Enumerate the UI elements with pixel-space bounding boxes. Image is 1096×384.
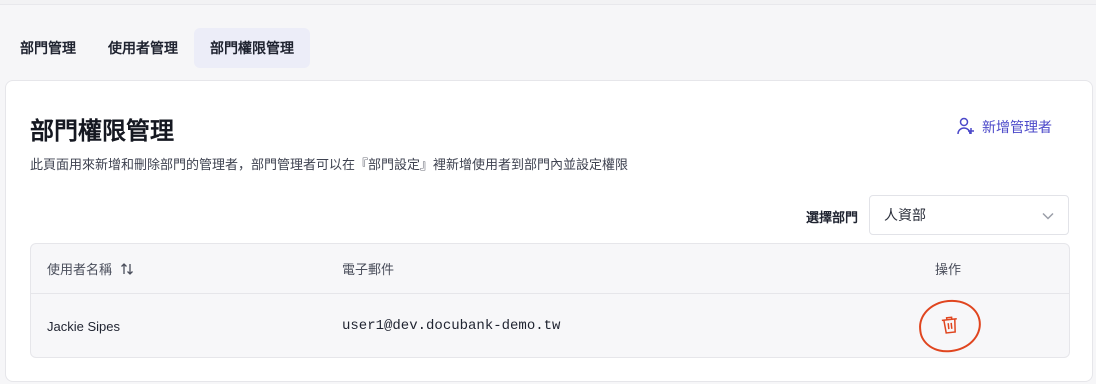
tab-department-management[interactable]: 部門管理: [4, 28, 92, 68]
column-header-email: 電子郵件: [342, 262, 395, 277]
top-strip: [0, 0, 1096, 5]
add-user-icon: [956, 116, 976, 139]
department-select-value: 人資部: [884, 207, 926, 223]
add-manager-label: 新增管理者: [982, 119, 1052, 135]
page-description: 此頁面用來新增和刪除部門的管理者，部門管理者可以在『部門設定』裡新增使用者到部門…: [30, 157, 629, 172]
add-manager-button[interactable]: 新增管理者: [956, 115, 1052, 139]
row-username: Jackie Sipes: [47, 318, 120, 334]
permissions-card: 部門權限管理 此頁面用來新增和刪除部門的管理者，部門管理者可以在『部門設定』裡新…: [5, 80, 1093, 382]
tab-department-permissions[interactable]: 部門權限管理: [194, 28, 310, 68]
managers-table: 使用者名稱 電子郵件 操作 Jackie Sipes user1@dev.doc…: [30, 243, 1070, 358]
page-title: 部門權限管理: [30, 118, 174, 145]
table-row: Jackie Sipes user1@dev.docubank-demo.tw: [31, 294, 1069, 357]
department-select[interactable]: 人資部: [869, 195, 1069, 235]
column-header-actions: 操作: [935, 262, 962, 277]
delete-manager-button[interactable]: [916, 294, 984, 357]
highlight-circle: [916, 296, 984, 356]
column-header-username: 使用者名稱: [47, 244, 134, 293]
department-select-label: 選擇部門: [806, 210, 859, 225]
tab-user-management[interactable]: 使用者管理: [92, 28, 194, 68]
table-header: 使用者名稱 電子郵件 操作: [31, 244, 1069, 294]
row-email: user1@dev.docubank-demo.tw: [342, 318, 561, 334]
chevron-down-icon: [1042, 207, 1054, 223]
sort-icon[interactable]: [120, 262, 134, 276]
tab-bar: 部門管理 使用者管理 部門權限管理: [4, 28, 310, 68]
trash-icon: [940, 314, 960, 339]
